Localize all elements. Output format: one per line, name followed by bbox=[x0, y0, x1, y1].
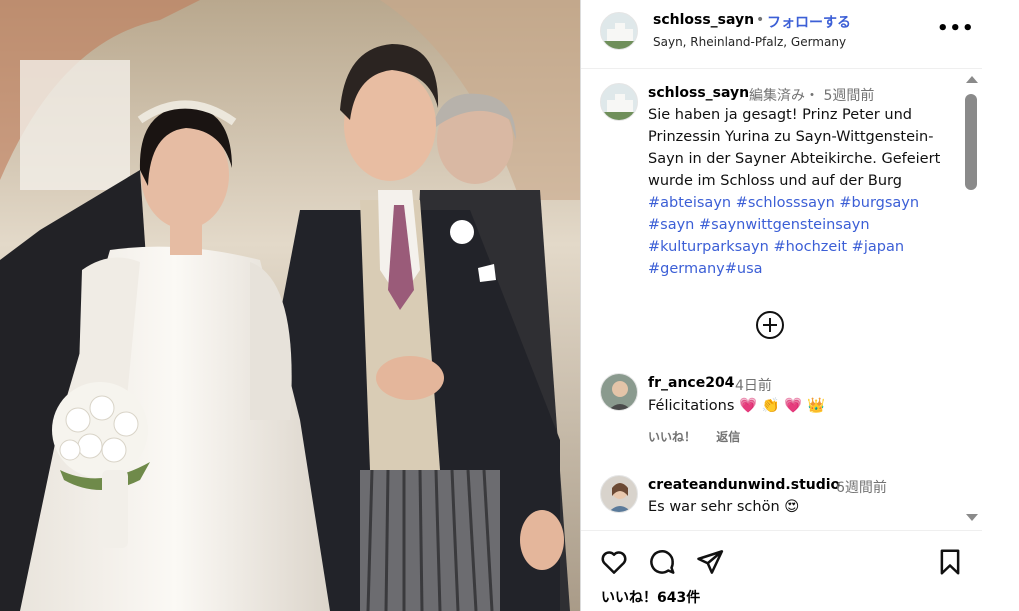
separator-dot: • bbox=[756, 12, 765, 28]
wedding-photo-illustration bbox=[0, 0, 580, 611]
commenter-avatar[interactable] bbox=[600, 373, 638, 411]
scroll-up-arrow-icon[interactable] bbox=[966, 76, 978, 83]
hashtag[interactable]: #kulturparksayn bbox=[648, 239, 769, 255]
comment-text: Es war sehr schön 😍 bbox=[648, 499, 800, 515]
page-background bbox=[982, 0, 1019, 611]
comment-actions: いいね！ 返信 bbox=[648, 428, 756, 445]
caption-username[interactable]: schloss_sayn bbox=[648, 85, 749, 101]
hashtag[interactable]: #sayn bbox=[648, 217, 694, 233]
hashtag[interactable]: #saynwittgensteinsayn bbox=[699, 217, 870, 233]
hashtag[interactable]: #schlosssayn bbox=[736, 195, 835, 211]
comment-time: 4日前 bbox=[735, 378, 772, 394]
commenter-username[interactable]: createandunwind.studio bbox=[648, 477, 840, 493]
comment-reply-button[interactable]: 返信 bbox=[716, 430, 740, 444]
account-username[interactable]: schloss_sayn bbox=[653, 12, 754, 28]
caption-text: Sie haben ja gesagt! Prinz Peter und Pri… bbox=[648, 104, 948, 280]
load-more-icon[interactable] bbox=[756, 311, 784, 339]
comment-time: 6週間前 bbox=[836, 480, 887, 496]
castle-avatar-image bbox=[601, 84, 637, 120]
caption-body: Sie haben ja gesagt! Prinz Peter und Pri… bbox=[648, 107, 941, 189]
more-options-icon[interactable]: ••• bbox=[937, 18, 975, 39]
castle-avatar-image bbox=[601, 13, 637, 49]
person-avatar-image bbox=[601, 374, 637, 410]
scroll-down-arrow-icon[interactable] bbox=[966, 514, 978, 521]
likes-count[interactable]: いいね！643件 bbox=[601, 587, 700, 607]
comment-text: Félicitations 💗 👏 💗 👑 bbox=[648, 398, 826, 414]
post-header: schloss_sayn • フォローする Sayn, Rheinland-Pf… bbox=[581, 0, 983, 69]
scroll-thumb[interactable] bbox=[965, 94, 977, 190]
hashtag[interactable]: #japan bbox=[852, 239, 904, 255]
bookmark-icon[interactable] bbox=[935, 547, 965, 577]
hashtag[interactable]: #usa bbox=[725, 261, 763, 277]
heart-icon[interactable] bbox=[599, 547, 629, 577]
follow-button[interactable]: フォローする bbox=[767, 12, 851, 32]
comments-list[interactable]: schloss_sayn 編集済み・ 5週間前 Sie haben ja ges… bbox=[581, 70, 961, 530]
hashtag[interactable]: #burgsayn bbox=[839, 195, 919, 211]
comments-scrollbar[interactable] bbox=[963, 72, 979, 526]
hashtag[interactable]: #germany bbox=[648, 261, 725, 277]
person-avatar-image bbox=[601, 476, 637, 512]
comment-like-button[interactable]: いいね！ bbox=[648, 430, 696, 444]
caption-meta: 編集済み・ 5週間前 bbox=[749, 88, 875, 104]
commenter-avatar[interactable] bbox=[600, 475, 638, 513]
post-photo[interactable] bbox=[0, 0, 580, 611]
hashtag[interactable]: #hochzeit bbox=[773, 239, 847, 255]
share-icon[interactable] bbox=[695, 547, 725, 577]
post-location[interactable]: Sayn, Rheinland-Pfalz, Germany bbox=[653, 35, 846, 49]
post-actions-bar: いいね！643件 bbox=[581, 530, 983, 611]
commenter-username[interactable]: fr_ance204 bbox=[648, 375, 734, 391]
caption-avatar[interactable] bbox=[600, 83, 638, 121]
post-detail-panel: schloss_sayn • フォローする Sayn, Rheinland-Pf… bbox=[580, 0, 983, 611]
comment-icon[interactable] bbox=[647, 547, 677, 577]
hashtag[interactable]: #abteisayn bbox=[648, 195, 731, 211]
account-avatar[interactable] bbox=[600, 12, 638, 50]
